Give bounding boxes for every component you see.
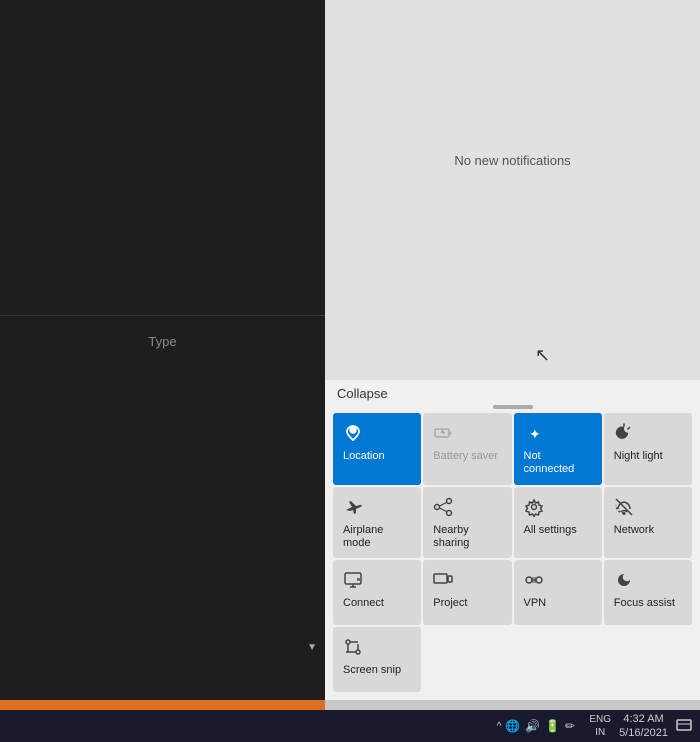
left-panel-type-label: Type ▼	[0, 316, 325, 366]
focus-assist-label: Focus assist	[614, 597, 675, 610]
collapse-bar: Collapse	[325, 380, 700, 405]
taskbar: ^ 🌐 🔊 🔋 ✏ ENG IN 4:32 AM 5/16/	[0, 710, 700, 742]
tile-location[interactable]: Location	[333, 413, 421, 484]
network-icon	[614, 497, 634, 520]
airplane-mode-label: Airplane mode	[343, 524, 413, 550]
vpn-icon	[524, 570, 544, 593]
focus-assist-icon	[614, 570, 634, 593]
tile-network[interactable]: Network	[604, 487, 692, 558]
right-panel: No new notifications ↖ Collapse Locatio	[325, 0, 700, 700]
taskbar-time: 4:32 AM	[623, 712, 663, 726]
scroll-indicator	[493, 405, 533, 409]
orange-accent-bar	[0, 700, 325, 710]
tile-all-settings[interactable]: All settings	[514, 487, 602, 558]
network-tray-icon[interactable]: 🌐	[505, 717, 521, 736]
notification-area: No new notifications	[325, 0, 700, 320]
tile-not-connected[interactable]: ✦ Not connected	[514, 413, 602, 484]
bluetooth-icon: ✦	[524, 423, 544, 446]
language-indicator[interactable]: ENG IN	[589, 713, 611, 739]
taskbar-clock[interactable]: 4:32 AM 5/16/2021	[619, 712, 668, 741]
svg-text:✦: ✦	[529, 426, 541, 442]
tile-nearby-sharing[interactable]: Nearby sharing	[423, 487, 511, 558]
tile-focus-assist[interactable]: Focus assist	[604, 560, 692, 625]
svg-text:🌐: 🌐	[505, 719, 520, 733]
vpn-label: VPN	[524, 597, 547, 610]
cursor-area: ↖	[325, 320, 700, 380]
notification-center-icon[interactable]	[676, 717, 692, 736]
action-center: Collapse Location	[325, 380, 700, 700]
night-light-label: Night light	[614, 450, 663, 463]
collapse-button[interactable]: Collapse	[337, 386, 388, 401]
battery-saver-label: Battery saver	[433, 450, 498, 463]
nearby-sharing-label: Nearby sharing	[433, 524, 503, 550]
tile-empty-3	[604, 627, 692, 692]
network-label: Network	[614, 524, 654, 537]
tile-vpn[interactable]: VPN	[514, 560, 602, 625]
not-connected-label: Not connected	[524, 450, 594, 476]
tile-empty-2	[514, 627, 602, 692]
location-icon	[343, 423, 363, 446]
battery-tray-icon[interactable]: 🔋	[545, 717, 561, 736]
taskbar-right-area: ^ 🌐 🔊 🔋 ✏ ENG IN 4:32 AM 5/16/	[497, 712, 692, 741]
project-label: Project	[433, 597, 467, 610]
volume-tray-icon[interactable]: 🔊	[525, 717, 541, 736]
screen-snip-icon	[343, 637, 363, 660]
svg-text:🔊: 🔊	[525, 718, 540, 733]
battery-saver-icon	[433, 423, 453, 446]
tile-night-light[interactable]: Night light	[604, 413, 692, 484]
location-label: Location	[343, 450, 385, 463]
left-panel: Type ▼	[0, 0, 325, 700]
stylus-tray-icon[interactable]: ✏	[565, 717, 581, 736]
dropdown-chevron[interactable]: ▼	[307, 642, 317, 653]
tile-screen-snip[interactable]: Screen snip	[333, 627, 421, 692]
system-tray-chevron[interactable]: ^	[497, 721, 502, 732]
svg-text:✏: ✏	[565, 719, 575, 733]
connect-label: Connect	[343, 597, 384, 610]
project-icon	[433, 570, 453, 593]
tile-airplane-mode[interactable]: Airplane mode	[333, 487, 421, 558]
quick-actions-grid: Location Battery saver ✦	[325, 413, 700, 700]
svg-text:🔋: 🔋	[545, 719, 560, 733]
tile-project[interactable]: Project	[423, 560, 511, 625]
connect-icon	[343, 570, 363, 593]
all-settings-icon	[524, 497, 544, 520]
no-notifications-text: No new notifications	[454, 153, 570, 168]
nearby-sharing-icon	[433, 497, 453, 520]
all-settings-label: All settings	[524, 524, 577, 537]
tile-empty-1	[423, 627, 511, 692]
airplane-icon	[343, 497, 363, 520]
cursor-icon: ↖	[535, 345, 550, 366]
night-light-icon	[614, 423, 634, 446]
taskbar-date: 5/16/2021	[619, 726, 668, 740]
type-label: Type	[148, 334, 176, 349]
tile-battery-saver[interactable]: Battery saver	[423, 413, 511, 484]
language-label: ENG	[589, 713, 611, 726]
screen-snip-label: Screen snip	[343, 664, 401, 677]
language-region: IN	[595, 726, 605, 739]
tile-connect[interactable]: Connect	[333, 560, 421, 625]
